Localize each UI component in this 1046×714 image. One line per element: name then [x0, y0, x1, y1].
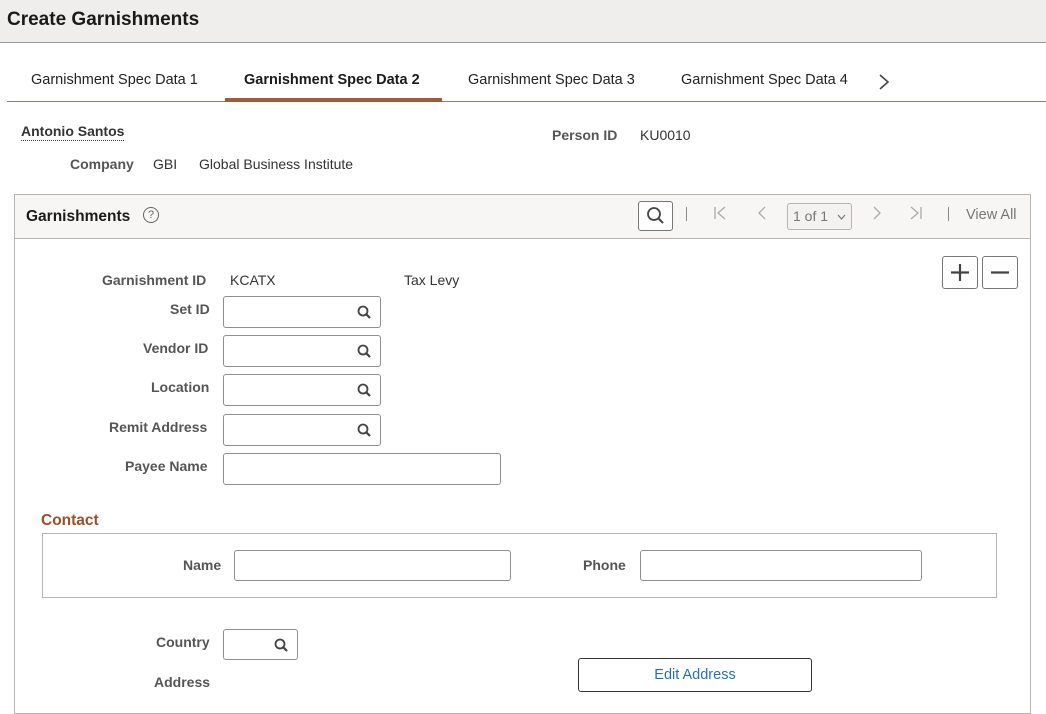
remit-address-input[interactable] — [223, 414, 381, 446]
page-title: Create Garnishments — [7, 9, 200, 30]
address-label: Address — [154, 674, 211, 690]
minus-icon — [991, 271, 1009, 274]
remit-address-label: Remit Address — [109, 419, 208, 435]
payee-name-label: Payee Name — [125, 458, 208, 474]
last-page-icon[interactable] — [909, 205, 923, 226]
search-icon[interactable] — [357, 383, 372, 398]
country-input[interactable] — [223, 629, 298, 660]
contact-name-input[interactable] — [234, 550, 511, 581]
person-id-label: Person ID — [552, 127, 618, 143]
search-icon[interactable] — [357, 344, 372, 359]
contact-name-label: Name — [183, 557, 222, 573]
help-icon[interactable]: ? — [143, 207, 159, 223]
search-icon[interactable] — [357, 305, 372, 320]
company-label: Company — [70, 156, 134, 172]
chevron-right-icon[interactable] — [877, 72, 891, 92]
separator — [686, 207, 687, 221]
page-select[interactable]: 1 of 1 — [787, 203, 852, 230]
plus-icon — [951, 264, 969, 281]
page-header: Create Garnishments — [0, 0, 1046, 43]
tab-bar: Garnishment Spec Data 1 Garnishment Spec… — [7, 64, 1046, 102]
view-all-link[interactable]: View All — [966, 207, 1017, 223]
grid-header: Garnishments ? 1 of 1 View All — [15, 195, 1030, 239]
contact-phone-input[interactable] — [640, 550, 922, 581]
delete-row-button[interactable] — [982, 256, 1018, 289]
set-id-label: Set ID — [170, 301, 210, 317]
tab-label: Garnishment Spec Data 4 — [681, 72, 848, 88]
garnishment-id-value: KCATX — [230, 272, 276, 288]
search-icon[interactable] — [357, 423, 372, 438]
next-page-icon[interactable] — [871, 205, 883, 226]
location-label: Location — [151, 379, 210, 395]
vendor-id-input[interactable] — [223, 335, 381, 367]
grid-title: Garnishments — [26, 208, 131, 225]
chevron-down-icon — [837, 214, 846, 220]
tab-spec-data-4[interactable]: Garnishment Spec Data 4 — [681, 72, 848, 88]
grid-search-button[interactable] — [638, 201, 673, 231]
tab-spec-data-2[interactable]: Garnishment Spec Data 2 — [244, 72, 420, 88]
search-icon[interactable] — [274, 638, 289, 653]
payee-name-input[interactable] — [223, 453, 501, 485]
contact-section-title: Contact — [41, 512, 99, 529]
search-icon — [647, 207, 664, 224]
person-id-value: KU0010 — [640, 127, 691, 143]
tab-spec-data-1[interactable]: Garnishment Spec Data 1 — [31, 72, 198, 88]
page-select-value: 1 of 1 — [793, 208, 829, 224]
first-page-icon[interactable] — [713, 205, 727, 226]
garnishment-id-label: Garnishment ID — [102, 272, 207, 288]
tab-label: Garnishment Spec Data 2 — [244, 72, 420, 88]
country-label: Country — [156, 634, 210, 650]
person-name-link[interactable]: Antonio Santos — [21, 123, 125, 141]
tab-label: Garnishment Spec Data 3 — [468, 72, 635, 88]
add-row-button[interactable] — [942, 256, 978, 289]
vendor-id-label: Vendor ID — [143, 340, 209, 356]
tab-spec-data-3[interactable]: Garnishment Spec Data 3 — [468, 72, 635, 88]
set-id-input[interactable] — [223, 296, 381, 328]
separator — [948, 207, 949, 221]
company-code: GBI — [153, 156, 178, 172]
active-tab-indicator — [225, 98, 442, 102]
garnishment-description: Tax Levy — [404, 272, 460, 288]
previous-page-icon[interactable] — [756, 205, 768, 226]
edit-address-button[interactable]: Edit Address — [578, 658, 812, 692]
tab-label: Garnishment Spec Data 1 — [31, 72, 198, 88]
contact-phone-label: Phone — [583, 557, 626, 573]
company-name: Global Business Institute — [199, 156, 354, 172]
location-input[interactable] — [223, 374, 381, 406]
